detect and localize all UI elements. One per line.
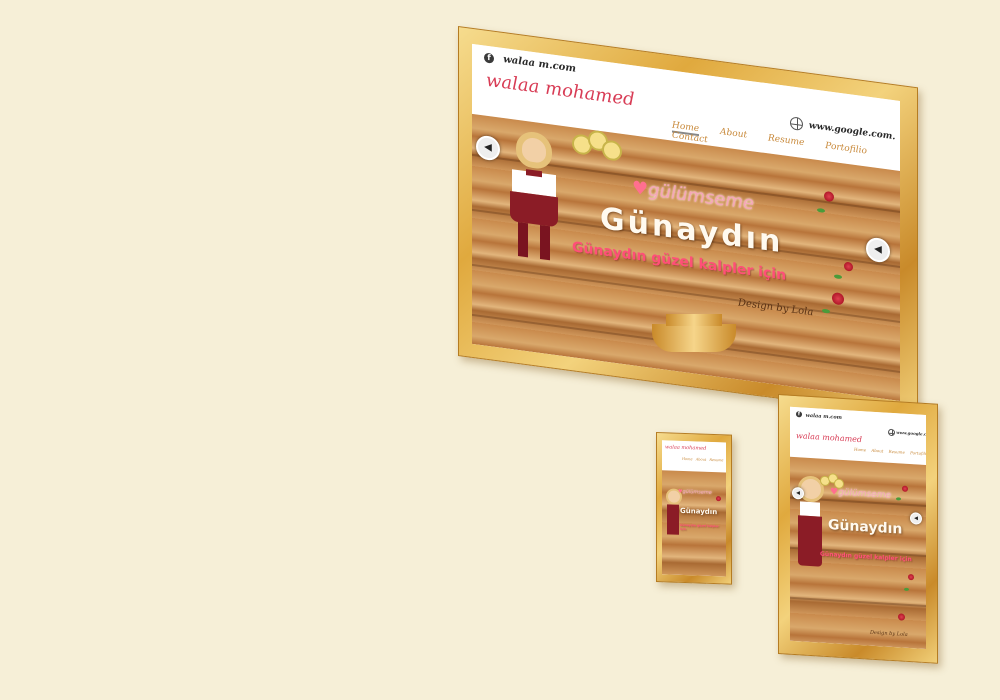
flower-bouquet [820,473,844,490]
main-nav: Home About Resume Portofilio Contact [854,447,926,458]
arrow-left-icon: ◀ [914,515,918,522]
phone-mockup: walaa mohamed Home About Resume Portofil… [656,432,732,585]
headline-small-row: ♥gülümseme [678,489,712,496]
site-url-row: f walaa m.com [796,411,842,420]
site-url[interactable]: walaa m.com [806,412,842,420]
phone-screen: walaa mohamed Home About Resume Portofil… [662,440,726,577]
heart-icon: ♥ [632,177,649,201]
brand-name[interactable]: walaa mohamed [665,444,706,451]
nav-about[interactable]: About [696,457,707,461]
arrow-left-icon: ◀ [484,141,492,154]
credit: Design by Lola [870,629,908,638]
credit: Design by Lola [738,297,814,319]
rose-decoration [824,190,834,203]
leaf-decoration [904,587,909,592]
globe-icon [888,428,895,437]
search-box[interactable]: www.google.com. [888,428,926,439]
site-header: walaa mohamed Home About Resume Portofil… [662,440,726,473]
monitor-stand [652,324,736,352]
leaf-decoration [817,207,825,213]
rose-decoration [844,261,853,272]
facebook-icon[interactable]: f [796,411,802,418]
rose-decoration [832,291,844,306]
arrow-left-icon: ◀ [796,490,800,497]
arrow-left-icon: ◀ [874,243,882,256]
desktop-monitor: f walaa m.com walaa mohamed www.google.c… [458,26,918,418]
nav-resume[interactable]: Resume [768,133,804,148]
main-nav: Home About Resume Portofilio Contact [682,457,726,464]
flower-bouquet [572,127,622,164]
brand-name[interactable]: walaa mohamed [796,431,862,444]
hero-banner: ◀ ◀ ♥gülümseme Günaydın Günaydın güzel k… [790,456,926,650]
monitor-neck [666,314,722,326]
rose-decoration [716,496,721,502]
canvas: { "colors": {"background": "#f6efd7", "f… [0,0,1000,700]
headline-small: gülümseme [682,488,712,496]
nav-portfolio[interactable]: Portofilio [910,450,926,456]
brand-name[interactable]: walaa mohamed [486,70,635,111]
girl-illustration [504,128,564,276]
tagline: Günaydın güzel kalpler için [680,522,719,532]
prev-slide-button[interactable]: ◀ [792,486,804,500]
nav-resume[interactable]: Resume [709,458,723,462]
leaf-decoration [834,274,842,280]
nav-portfolio[interactable]: Portofilio [825,141,867,157]
nav-home[interactable]: Home [854,447,866,453]
prev-slide-button[interactable]: ◀ [476,134,500,162]
hero-banner: ♥gülümseme Günaydın Günaydın güzel kalpl… [662,470,726,577]
search-text: www.google.com. [896,429,926,438]
nav-resume[interactable]: Resume [889,449,905,455]
rose-decoration [898,613,905,621]
next-slide-button[interactable]: ◀ [866,236,890,264]
headline-big: Günaydın [828,517,903,538]
search-text: www.google.com. [808,120,896,143]
globe-icon [790,116,803,132]
rose-decoration [908,573,914,581]
nav-about[interactable]: About [720,127,747,141]
tablet-mockup: f walaa m.com www.google.com. walaa moha… [778,394,938,664]
nav-about[interactable]: About [871,448,883,454]
heart-icon: ♥ [830,487,839,498]
leaf-decoration [896,497,901,501]
site-url[interactable]: walaa m.com [503,54,576,75]
headline-big: Günaydın [680,506,718,517]
tablet-screen: f walaa m.com www.google.com. walaa moha… [790,406,926,650]
facebook-icon[interactable]: f [484,51,494,64]
nav-home[interactable]: Home [682,457,693,461]
headline-small: gülümseme [838,487,891,501]
rose-decoration [902,485,908,492]
site-header: f walaa m.com www.google.com. walaa moha… [790,406,926,466]
leaf-decoration [822,308,830,314]
next-slide-button[interactable]: ◀ [910,512,922,525]
